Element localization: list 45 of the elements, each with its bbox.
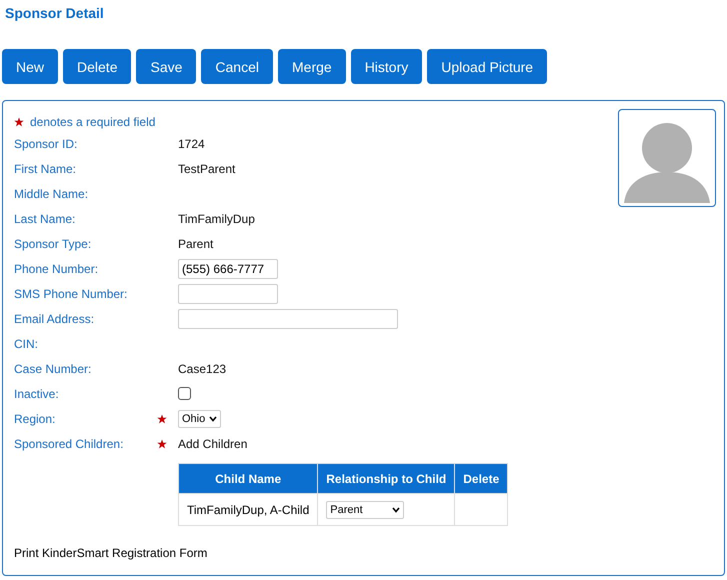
dropdown[interactable]: Ohio — [178, 410, 222, 428]
input-field[interactable]: (555) 666-7777 — [178, 258, 278, 278]
toolbar-button[interactable]: New — [2, 49, 58, 84]
field-label: Sponsor ID: — [14, 136, 78, 150]
relationship-dropdown[interactable]: Parent — [326, 500, 404, 518]
required-star-icon — [14, 117, 24, 127]
field-value: Case123 — [178, 362, 226, 376]
input-field[interactable] — [178, 308, 398, 328]
table-cell: TimFamilyDup, A-Child — [178, 494, 318, 526]
required-star-icon — [157, 438, 167, 448]
field-value: TestParent — [178, 162, 236, 176]
caret-icon — [392, 506, 400, 512]
field-value: Add Children — [178, 436, 248, 450]
field-label: Sponsored Children: — [14, 436, 124, 450]
required-star-icon — [157, 414, 167, 424]
checkbox[interactable] — [178, 387, 191, 400]
print-form-link[interactable]: Print KinderSmart Registration Form — [14, 546, 208, 560]
toolbar-button[interactable]: Delete — [63, 49, 132, 84]
field-label: Phone Number: — [14, 262, 100, 276]
column-header: Child Name — [178, 464, 318, 494]
field-label: CIN: — [14, 336, 39, 350]
field-value: 1724 — [178, 136, 205, 150]
field-label: Email Address: — [14, 312, 96, 326]
toolbar-button[interactable]: History — [350, 49, 422, 84]
field-label: Last Name: — [14, 212, 76, 226]
toolbar-button[interactable]: Merge — [278, 49, 346, 84]
column-header: Relationship to Child — [318, 464, 455, 494]
field-label: First Name: — [14, 162, 78, 176]
caret-icon — [209, 416, 218, 422]
toolbar-button[interactable]: Upload Picture — [427, 49, 548, 84]
field-value: Parent — [178, 236, 214, 250]
field-label: Sponsor Type: — [14, 236, 92, 250]
avatar-placeholder[interactable] — [618, 109, 716, 207]
field-label: Region: — [14, 412, 56, 426]
page-title: Sponsor Detail — [5, 5, 104, 21]
toolbar-button[interactable]: Save — [136, 49, 196, 84]
required-note: denotes a required field — [30, 115, 156, 129]
field-label: Case Number: — [14, 362, 92, 376]
field-label: SMS Phone Number: — [14, 286, 128, 300]
toolbar-button[interactable]: Cancel — [201, 49, 273, 84]
input-field[interactable] — [178, 284, 278, 304]
field-label: Middle Name: — [14, 186, 90, 200]
field-value: TimFamilyDup — [178, 212, 255, 226]
field-label: Inactive: — [14, 386, 60, 400]
column-header: Delete — [454, 464, 508, 494]
